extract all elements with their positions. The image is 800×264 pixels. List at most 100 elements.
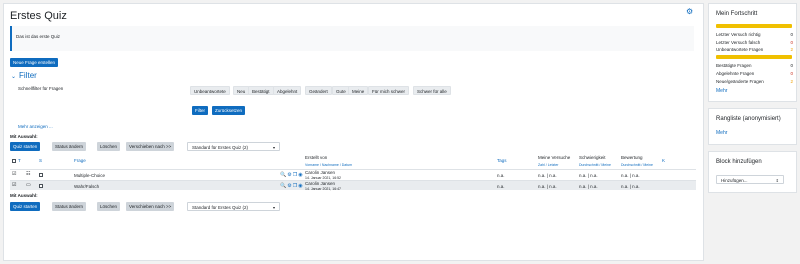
stat-label: Neue/geänderte Fragen xyxy=(716,79,764,84)
col-rating-sub[interactable]: Durchschnitt / Meine xyxy=(621,163,653,167)
author: Carolin Jansen xyxy=(305,181,336,186)
quick-filter-button[interactable]: Schwer für alle xyxy=(413,86,451,95)
page-title: Erstes Quiz xyxy=(10,10,67,22)
ranking-title: Rangliste (anonymisiert) xyxy=(716,116,781,122)
col-rating: Bewertung xyxy=(621,155,643,160)
add-block-select-value: Hinzufügen... xyxy=(721,178,748,183)
rating: n.a. | n.a. xyxy=(621,184,640,189)
col-status[interactable]: S xyxy=(39,158,42,163)
col-k[interactable]: K xyxy=(662,158,665,163)
quick-filter-button[interactable]: Meine xyxy=(348,86,369,95)
question-name: Wahr/Falsch xyxy=(74,184,100,189)
quick-filter-button[interactable]: Neu xyxy=(233,86,250,95)
difficulty: n.a. | n.a. xyxy=(579,184,598,189)
search-icon: 🔍 xyxy=(280,172,287,178)
col-created-by: Erstellt von xyxy=(305,155,328,160)
quick-filter-button[interactable]: Unbeantwortete xyxy=(190,86,230,95)
col-difficulty: Schwierigkeit xyxy=(579,155,606,160)
caret-icon: ⇕ xyxy=(775,178,779,183)
bulk-label-top: Mit Auswahl: xyxy=(10,134,38,139)
status-checkbox[interactable] xyxy=(39,173,43,177)
quick-filter-button[interactable]: Abgelehnt xyxy=(273,86,302,95)
copy-icon: ❐ xyxy=(292,172,298,178)
intro-box: Das ist das erste Quiz xyxy=(10,26,694,51)
stat-value: 2 xyxy=(790,47,793,52)
search-icon: 🔍 xyxy=(280,183,287,189)
progress-bar-attempts xyxy=(716,24,792,28)
stat-value: 0 xyxy=(790,32,793,37)
more-link-progress[interactable]: Mehr xyxy=(716,88,727,94)
settings-icon: ⚙ xyxy=(287,183,292,189)
col-type[interactable]: T xyxy=(18,158,21,163)
rating: n.a. | n.a. xyxy=(621,173,640,178)
quick-filter-button[interactable]: Bestätigt xyxy=(248,86,274,95)
date: 14. Januar 2021, 16:47 xyxy=(305,187,342,191)
stat-value: 0 xyxy=(790,63,793,68)
quick-filter-button[interactable]: Für mich schwer xyxy=(368,86,410,95)
check-icon[interactable]: ☑ xyxy=(12,171,16,177)
category-select-value: Standard für Erstes Quiz (2) xyxy=(192,145,249,150)
stat-value: 0 xyxy=(790,40,793,45)
stat-label: Unbeantwortete Fragen xyxy=(716,47,764,52)
select-all-checkbox[interactable] xyxy=(12,159,16,163)
view-icon: ◉ xyxy=(298,172,303,178)
status-checkbox[interactable] xyxy=(39,184,43,188)
move-to-button-bottom[interactable]: Verschieben nach >> xyxy=(126,202,175,211)
add-block-select[interactable]: Hinzufügen... ⇕ xyxy=(716,175,784,184)
change-status-button-top[interactable]: Status ändern xyxy=(52,142,87,151)
difficulty: n.a. | n.a. xyxy=(579,173,598,178)
attempts: n.a. | n.a. xyxy=(538,184,557,189)
tags: n.a. xyxy=(497,184,505,189)
author: Carolin Jansen xyxy=(305,170,336,175)
col-created-sub[interactable]: Vorname / Nachname / Datum xyxy=(305,163,352,167)
category-select-top[interactable]: Standard für Erstes Quiz (2) ▾ xyxy=(187,142,280,151)
stat-label: Letzter Versuch richtig xyxy=(716,32,761,37)
chevron-down-icon: ⌄ xyxy=(11,74,17,80)
stat-label: Letzter Versuch falsch xyxy=(716,40,761,45)
ranking-block xyxy=(708,108,797,145)
add-block xyxy=(708,151,797,193)
multiple-choice-icon: ☷ xyxy=(26,171,31,177)
move-to-button-top[interactable]: Verschieben nach >> xyxy=(126,142,175,151)
caret-icon: ▾ xyxy=(272,145,275,150)
filter-button[interactable]: Filter xyxy=(192,106,208,115)
delete-button-bottom[interactable]: Löschen xyxy=(97,202,121,211)
col-my-attempts: Meine Versuche xyxy=(538,155,571,160)
new-question-button[interactable]: Neue Frage erstellen xyxy=(10,58,59,67)
show-more-link[interactable]: Mehr anzeigen ... xyxy=(18,124,53,129)
check-icon[interactable]: ☑ xyxy=(12,182,16,188)
copy-icon: ❐ xyxy=(292,183,298,189)
col-tags[interactable]: Tags xyxy=(497,158,507,163)
reset-button[interactable]: Zurücksetzen xyxy=(212,106,246,115)
stat-value: 0 xyxy=(790,71,793,76)
gear-icon[interactable]: ⚙ xyxy=(686,8,694,16)
col-question[interactable]: Frage xyxy=(74,158,86,163)
quick-filter-label: Schnellfilter für Fragen xyxy=(18,86,64,91)
start-quiz-button-bottom[interactable]: Quiz starten xyxy=(10,202,41,211)
filter-heading: Filter xyxy=(19,71,37,80)
intro-text: Das ist das erste Quiz xyxy=(16,34,61,39)
stat-label: Bestätigte Fragen xyxy=(716,63,752,68)
tags: n.a. xyxy=(497,173,505,178)
row-actions[interactable]: 🔍⚙❐◉ xyxy=(280,183,304,189)
delete-button-top[interactable]: Löschen xyxy=(97,142,121,151)
more-link-ranking[interactable]: Mehr xyxy=(716,130,727,136)
filter-toggle[interactable]: ⌄ Filter xyxy=(11,71,37,80)
category-select-bottom[interactable]: Standard für Erstes Quiz (2) ▾ xyxy=(187,202,280,211)
progress-bar-review xyxy=(716,55,792,59)
col-my-attempts-sub[interactable]: Zahl / Letzter xyxy=(538,163,558,167)
settings-icon: ⚙ xyxy=(287,172,292,178)
progress-title: Mein Fortschritt xyxy=(716,11,758,17)
question-name: Multiple-Choice xyxy=(74,173,106,178)
quick-filter-button[interactable]: Geändert xyxy=(305,86,332,95)
view-icon: ◉ xyxy=(298,183,303,189)
divider xyxy=(10,169,696,170)
stat-value: 2 xyxy=(790,79,793,84)
true-false-icon: ▭ xyxy=(26,182,31,188)
change-status-button-bottom[interactable]: Status ändern xyxy=(52,202,87,211)
start-quiz-button-top[interactable]: Quiz starten xyxy=(10,142,41,151)
attempts: n.a. | n.a. xyxy=(538,173,557,178)
col-difficulty-sub[interactable]: Durchschnitt / Meine xyxy=(579,163,611,167)
row-actions[interactable]: 🔍⚙❐◉ xyxy=(280,172,304,178)
caret-icon: ▾ xyxy=(272,205,275,210)
